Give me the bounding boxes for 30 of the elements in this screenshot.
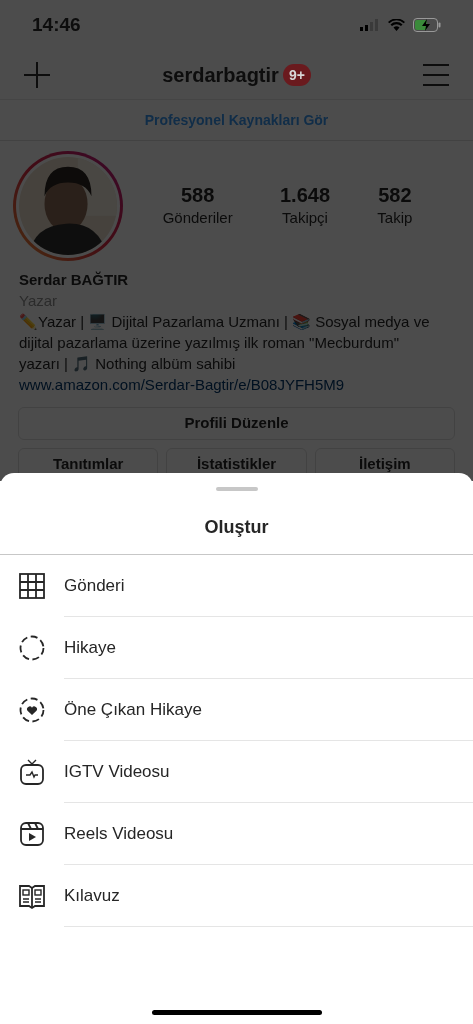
book-icon xyxy=(18,882,46,910)
dashed-circle-icon xyxy=(18,634,46,662)
stat-label: Takip xyxy=(377,207,413,228)
heart-circle-icon xyxy=(18,696,46,724)
stat-value: 1.648 xyxy=(279,182,331,207)
profile-bio: ✏Yazar | 🖥 Dijital Pazarlama Uzmanı | 📚 Sosyal medya ve dijital pazarlama üzerine yazılmış ilk roman "Mecburdum" yazarı | 🎵 Nothing albüm sahibi xyxy=(19,312,431,374)
stat-value: 588 xyxy=(180,182,215,207)
username-title: serdarbagtir xyxy=(162,62,279,88)
menu-icon[interactable] xyxy=(423,63,449,86)
grid-icon xyxy=(18,572,46,600)
create-menu-item[interactable]: Kılavuz xyxy=(64,882,120,909)
create-menu-item[interactable]: Gönderi xyxy=(64,572,125,599)
tv-icon xyxy=(18,758,46,786)
create-menu-item[interactable]: Öne Çıkan Hikaye xyxy=(64,696,202,723)
profile-name: Serdar BAĞTIR xyxy=(19,270,130,290)
stat-value: 582 xyxy=(378,182,412,207)
stat-label: Gönderiler xyxy=(162,207,233,228)
drag-handle[interactable] xyxy=(215,487,258,491)
reels-icon xyxy=(18,820,46,848)
plus-icon[interactable] xyxy=(24,61,50,88)
create-menu-item[interactable]: Reels Videosu xyxy=(64,820,174,847)
wifi-icon xyxy=(388,19,405,31)
create-menu-item[interactable]: Hikaye xyxy=(64,634,116,661)
battery-icon xyxy=(413,18,441,32)
signal-icon xyxy=(360,19,380,31)
sheet-title: Oluştur xyxy=(203,516,270,539)
stat-label: Takipçi xyxy=(282,207,328,228)
status-time: 14:46 xyxy=(32,12,81,37)
notification-badge: 9+ xyxy=(282,63,311,86)
create-menu-item[interactable]: IGTV Videosu xyxy=(64,758,170,785)
